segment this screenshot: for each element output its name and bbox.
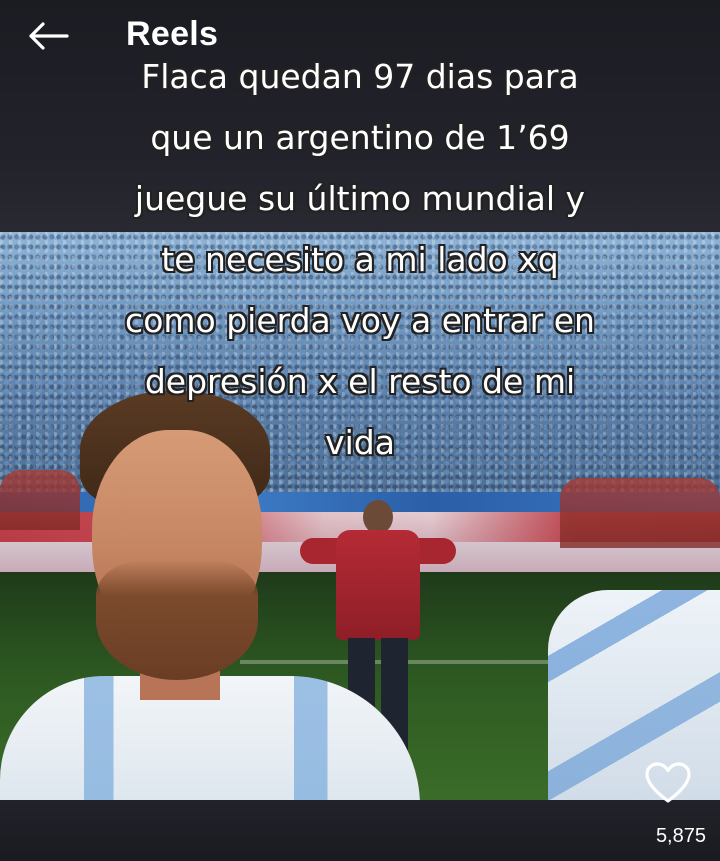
reels-screen: Flaca quedan 97 dias para que un argenti… bbox=[0, 0, 720, 861]
heart-outline-icon bbox=[645, 762, 691, 803]
arrow-left-icon bbox=[29, 22, 69, 50]
like-button[interactable] bbox=[642, 760, 694, 806]
player-beard bbox=[96, 560, 258, 680]
video-caption: Flaca quedan 97 dias para que un argenti… bbox=[125, 57, 595, 462]
back-button[interactable] bbox=[24, 14, 72, 58]
second-player bbox=[548, 590, 720, 810]
flag-bearers-right bbox=[560, 478, 720, 548]
page-title: Reels bbox=[126, 15, 219, 53]
like-count: 5,875 bbox=[655, 825, 706, 847]
